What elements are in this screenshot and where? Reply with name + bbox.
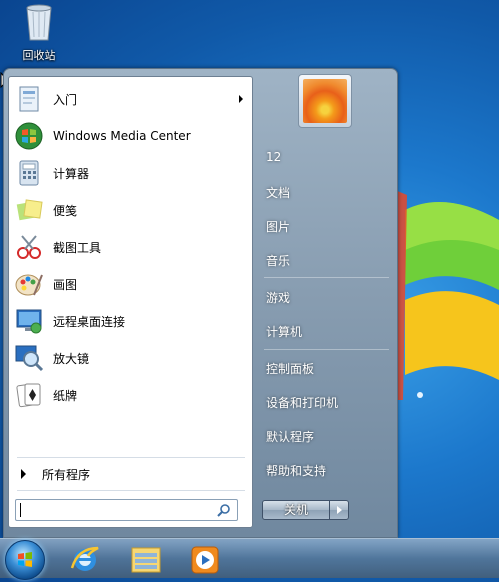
- media-player-icon[interactable]: [188, 542, 222, 576]
- magnifier-icon: [13, 342, 45, 374]
- program-solitaire[interactable]: 纸牌: [13, 378, 247, 412]
- places-divider: [264, 277, 389, 278]
- media-center-icon: [13, 120, 45, 152]
- calculator-icon: [13, 157, 45, 189]
- places-divider: [264, 349, 389, 350]
- places-item-games[interactable]: 游戏: [266, 289, 290, 306]
- pane-divider: [17, 490, 245, 491]
- windows-logo-wallpaper: [395, 190, 499, 400]
- program-getting-started[interactable]: 入门: [13, 82, 247, 116]
- program-calculator[interactable]: 计算器: [13, 156, 247, 190]
- getting-started-icon: [13, 83, 45, 115]
- recycle-bin-icon: [26, 4, 52, 41]
- start-menu: 入门 Windows Media Center 计算器 便笺 截图工具 画图 远…: [3, 68, 398, 538]
- text-caret: [20, 503, 21, 517]
- paint-icon: [13, 268, 45, 300]
- windows-explorer-icon[interactable]: [129, 542, 163, 576]
- program-paint[interactable]: 画图: [13, 267, 247, 301]
- remote-desktop-icon: [13, 305, 45, 337]
- sticky-notes-icon: [13, 194, 45, 226]
- recycle-bin-label: 回收站: [22, 49, 56, 62]
- recycle-bin[interactable]: 回收站: [14, 2, 64, 63]
- program-list-pane: 入门 Windows Media Center 计算器 便笺 截图工具 画图 远…: [8, 76, 253, 528]
- flower-avatar-icon: [303, 79, 347, 123]
- submenu-arrow-icon: [239, 95, 243, 103]
- expand-arrow-icon: [21, 469, 26, 479]
- start-button[interactable]: [5, 540, 45, 580]
- places-item-user[interactable]: 12: [266, 150, 281, 164]
- solitaire-icon: [13, 379, 45, 411]
- places-item-computer[interactable]: 计算机: [266, 323, 302, 340]
- program-sticky-notes[interactable]: 便笺: [13, 193, 247, 227]
- places-item-control-panel[interactable]: 控制面板: [266, 360, 314, 377]
- all-programs-button[interactable]: 所有程序: [17, 463, 90, 485]
- snipping-tool-icon: [13, 231, 45, 263]
- places-item-documents[interactable]: 文档: [266, 184, 290, 201]
- internet-explorer-icon[interactable]: [68, 542, 102, 576]
- windows-flag-icon: [18, 552, 32, 567]
- places-item-default-programs[interactable]: 默认程序: [266, 428, 314, 445]
- program-snipping-tool[interactable]: 截图工具: [13, 230, 247, 264]
- places-pane: 12 文档 图片 音乐 游戏 计算机 控制面板 设备和打印机 默认程序 帮助和支…: [256, 69, 397, 537]
- shutdown-button[interactable]: 关机: [262, 500, 330, 520]
- program-remote-desktop[interactable]: 远程桌面连接: [13, 304, 247, 338]
- program-windows-media-center[interactable]: Windows Media Center: [13, 119, 247, 153]
- all-programs-label: 所有程序: [42, 467, 91, 482]
- search-icon[interactable]: [217, 503, 231, 517]
- taskbar: [0, 538, 499, 580]
- places-item-devices-printers[interactable]: 设备和打印机: [266, 394, 338, 411]
- program-magnifier[interactable]: 放大镜: [13, 341, 247, 375]
- shutdown-options-button[interactable]: [329, 500, 349, 520]
- pane-divider: [17, 457, 245, 458]
- places-item-help-support[interactable]: 帮助和支持: [266, 462, 326, 479]
- places-item-music[interactable]: 音乐: [266, 252, 290, 269]
- places-item-pictures[interactable]: 图片: [266, 218, 290, 235]
- user-picture[interactable]: [298, 74, 352, 128]
- search-input[interactable]: [15, 499, 238, 521]
